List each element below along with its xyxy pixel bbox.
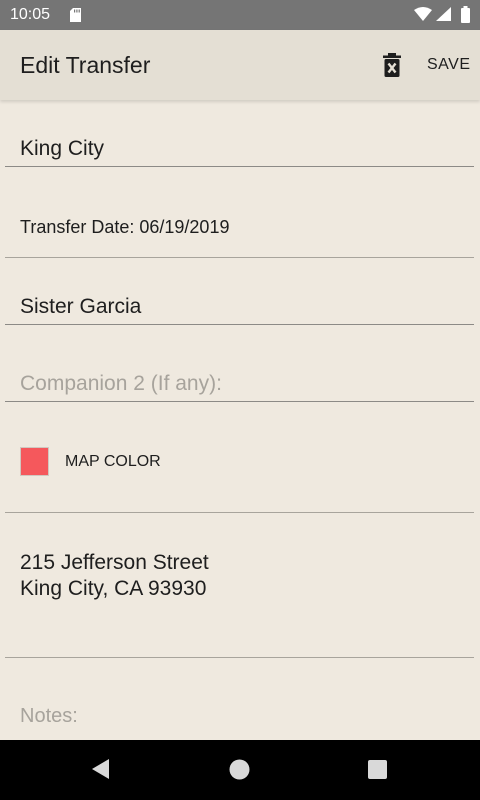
notes-field[interactable]: Notes:	[20, 705, 78, 728]
wifi-icon	[414, 7, 432, 21]
status-time: 10:05	[10, 6, 51, 23]
transfer-date-label[interactable]: Transfer Date: 06/19/2019	[20, 217, 229, 238]
save-button[interactable]: SAVE	[427, 56, 471, 74]
address-line-2: King City, CA 93930	[20, 577, 207, 600]
sd-card-icon	[70, 8, 81, 22]
companion-1-underline	[5, 324, 474, 325]
delete-icon[interactable]	[382, 53, 402, 77]
signal-icon	[436, 7, 451, 21]
app-bar: Edit Transfer SAVE	[0, 30, 480, 100]
companion-2-underline	[5, 401, 474, 402]
page-title: Edit Transfer	[20, 52, 151, 78]
back-icon[interactable]	[90, 758, 110, 780]
address-line-1: 215 Jefferson Street	[20, 551, 209, 574]
status-bar: 10:05	[0, 0, 480, 30]
divider	[5, 257, 474, 258]
map-color-swatch[interactable]	[20, 447, 49, 476]
divider	[5, 512, 474, 513]
map-color-label[interactable]: MAP COLOR	[65, 453, 161, 471]
battery-icon	[461, 6, 470, 23]
companion-2-field[interactable]: Companion 2 (If any):	[20, 372, 222, 396]
divider	[5, 657, 474, 658]
area-name-field[interactable]: King City	[20, 137, 104, 161]
area-name-underline	[5, 166, 474, 167]
recents-icon[interactable]	[368, 760, 387, 779]
address-field[interactable]: 215 Jefferson Street King City, CA 93930	[20, 550, 209, 602]
home-icon[interactable]	[228, 758, 251, 781]
nav-bar	[0, 740, 480, 800]
companion-1-field[interactable]: Sister Garcia	[20, 295, 141, 319]
